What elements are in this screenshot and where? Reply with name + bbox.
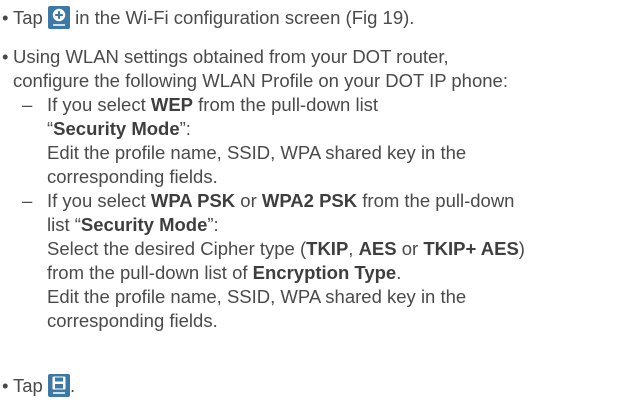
text: ”: <box>179 118 191 139</box>
bold-term: Security Mode <box>53 118 180 139</box>
sub-step-wep-line3: Edit the profile name, SSID, WPA shared … <box>47 142 467 163</box>
instruction-page: • Tap in the Wi-Fi configuration screen … <box>0 0 618 409</box>
add-icon <box>47 6 70 29</box>
step-wlan-line1: Using WLAN settings obtained from your D… <box>13 46 449 67</box>
dash: – <box>22 190 33 211</box>
sub-step-wep-line4: corresponding fields. <box>47 166 218 187</box>
text: list “ <box>47 214 81 235</box>
text: from the pull-down list <box>198 94 379 115</box>
text: If you select <box>47 94 146 115</box>
text: from the pull-down <box>362 190 515 211</box>
text: , <box>348 238 354 259</box>
bold-term: Encryption Type <box>252 262 397 283</box>
sub-step-wpa-line6: corresponding fields. <box>47 310 218 331</box>
text: or <box>401 238 419 259</box>
bold-term: WEP <box>150 94 193 115</box>
step-tap-add-text: Tap <box>13 7 43 28</box>
bold-term: WPA2 PSK <box>261 190 358 211</box>
text: If you select <box>47 190 146 211</box>
text: from the pull-down list of <box>47 262 248 283</box>
sub-step-wpa-line2: list “Security Mode”: <box>47 213 219 237</box>
bold-term: WPA PSK <box>150 190 236 211</box>
bold-term: AES <box>358 238 397 259</box>
text: ”: <box>207 214 219 235</box>
bold-term: Security Mode <box>80 214 208 235</box>
dash: – <box>22 94 33 115</box>
sub-step-wpa-line4: from the pull-down list of Encryption Ty… <box>47 261 401 285</box>
sub-step-wpa-line5: Edit the profile name, SSID, WPA shared … <box>47 286 467 307</box>
sub-step-wep-line2: “Security Mode”: <box>47 117 191 141</box>
step-tap-add-rest: in the Wi-Fi configuration screen (Fig 1… <box>75 7 415 28</box>
text: Select the desired Cipher type ( <box>47 238 307 259</box>
bold-term: TKIP+ AES <box>423 238 519 259</box>
step-tap-save-text: Tap <box>13 375 43 396</box>
step-tap-save-rest: . <box>69 375 76 396</box>
save-icon <box>47 374 70 397</box>
sub-step-wpa-line3: Select the desired Cipher type (TKIP, AE… <box>47 237 525 261</box>
text: or <box>240 190 257 211</box>
text: . <box>396 262 402 283</box>
step-wlan-line2: configure the following WLAN Profile on … <box>13 70 508 91</box>
bold-term: TKIP <box>306 238 349 259</box>
text: ) <box>518 238 525 259</box>
